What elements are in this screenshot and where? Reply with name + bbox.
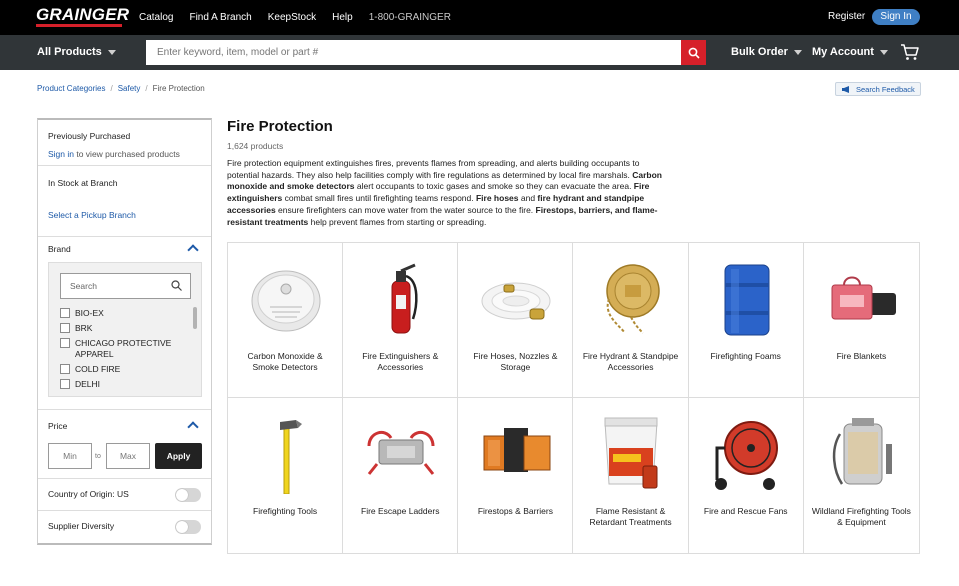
escape-ladder-icon bbox=[367, 430, 435, 475]
checkbox[interactable] bbox=[60, 308, 70, 318]
price-max-input[interactable]: Max bbox=[106, 443, 150, 469]
category-tile[interactable]: Wildland Firefighting Tools & Equipment bbox=[804, 398, 919, 553]
megaphone-icon bbox=[842, 85, 849, 93]
page-title: Fire Protection bbox=[227, 118, 333, 135]
fire-blanket-icon bbox=[831, 276, 896, 320]
brand-filter-section: Brand Search BIO-EX BRK CHICAGO PROTECTI… bbox=[38, 237, 211, 410]
chevron-down-icon bbox=[793, 49, 802, 55]
category-tile[interactable]: Firefighting Foams bbox=[688, 243, 804, 398]
category-tile[interactable]: Firestops & Barriers bbox=[458, 398, 574, 553]
supplier-diversity-toggle[interactable] bbox=[175, 520, 201, 534]
chevron-down-icon bbox=[107, 49, 116, 55]
sign-in-button[interactable]: Sign In bbox=[872, 9, 920, 25]
category-tile[interactable]: Flame Resistant & Retardant Treatments bbox=[573, 398, 689, 553]
smoke-detector-icon bbox=[251, 270, 321, 332]
breadcrumb-safety[interactable]: Safety bbox=[118, 84, 141, 93]
category-tile[interactable]: Fire Extinguishers & Accessories bbox=[343, 243, 459, 398]
search-feedback-button[interactable]: Search Feedback bbox=[835, 82, 921, 96]
brand-list-scrollbar[interactable] bbox=[193, 305, 197, 395]
category-tile[interactable]: Fire and Rescue Fans bbox=[689, 398, 804, 553]
fire-hose-icon bbox=[481, 282, 551, 320]
apply-price-button[interactable]: Apply bbox=[155, 443, 202, 469]
brand-option[interactable]: CHICAGO PROTECTIVE APPAREL bbox=[60, 338, 190, 360]
breadcrumb: Product Categories / Safety / Fire Protectio… bbox=[37, 84, 205, 93]
category-tile[interactable]: Carbon Monoxide & Smoke Detectors bbox=[228, 243, 344, 398]
foam-drum-icon bbox=[724, 264, 770, 336]
filter-sidebar: Previously Purchased Sign in to view pur… bbox=[37, 118, 212, 545]
axe-icon bbox=[280, 420, 302, 494]
in-stock-section: In Stock at Branch bbox=[38, 166, 211, 202]
phone-number[interactable]: 1-800-GRAINGER bbox=[369, 12, 451, 23]
breadcrumb-product-categories[interactable]: Product Categories bbox=[37, 84, 105, 93]
brand-search-input[interactable]: Search bbox=[60, 273, 191, 299]
category-tile[interactable]: Firefighting Tools bbox=[228, 398, 344, 553]
category-description: Fire protection equipment extinguishes f… bbox=[227, 158, 662, 227]
search-icon bbox=[688, 47, 700, 59]
product-count: 1,624 products bbox=[227, 141, 284, 151]
all-products-menu[interactable]: All Products bbox=[37, 46, 116, 58]
category-tile[interactable]: Fire Hydrant & Standpipe Accessories bbox=[573, 243, 689, 398]
brand-list: BIO-EX BRK CHICAGO PROTECTIVE APPAREL CO… bbox=[60, 308, 190, 394]
price-min-input[interactable]: Min bbox=[48, 443, 92, 469]
category-grid: Carbon Monoxide & Smoke Detectors Fire E… bbox=[227, 242, 920, 554]
breadcrumb-current: Fire Protection bbox=[152, 84, 205, 93]
top-nav: Catalog Find A Branch KeepStock Help 1-8… bbox=[139, 0, 467, 35]
pickup-branch-section: Select a Pickup Branch bbox=[38, 202, 211, 237]
nav-keepstock[interactable]: KeepStock bbox=[268, 12, 316, 23]
fire-extinguisher-icon bbox=[391, 263, 418, 334]
brand-option[interactable]: DELHI bbox=[60, 379, 190, 390]
firestop-icon bbox=[483, 428, 551, 472]
bulk-order-menu[interactable]: Bulk Order bbox=[731, 46, 802, 58]
nav-find-a-branch[interactable]: Find A Branch bbox=[189, 12, 251, 23]
top-bar: GRAINGER Catalog Find A Branch KeepStock… bbox=[0, 0, 959, 35]
chevron-down-icon bbox=[879, 49, 888, 55]
supplier-diversity-section: Supplier Diversity bbox=[38, 511, 211, 543]
country-of-origin-toggle[interactable] bbox=[175, 488, 201, 502]
fireguard-bucket-icon bbox=[604, 417, 659, 489]
checkbox[interactable] bbox=[60, 323, 70, 333]
previously-purchased-title: Previously Purchased bbox=[48, 131, 131, 141]
sidebar-sign-in-link[interactable]: Sign in bbox=[48, 149, 74, 159]
category-tile[interactable]: Fire Hoses, Nozzles & Storage bbox=[458, 243, 574, 398]
brand-list-box: Search BIO-EX BRK CHICAGO PROTECTIVE APP… bbox=[48, 262, 202, 397]
previously-purchased-section: Previously Purchased Sign in to view pur… bbox=[38, 120, 211, 166]
brand-option[interactable]: BIO-EX bbox=[60, 308, 190, 319]
nav-catalog[interactable]: Catalog bbox=[139, 12, 173, 23]
brand-option[interactable]: BRK bbox=[60, 323, 190, 334]
hydrant-cap-icon bbox=[606, 264, 661, 334]
country-of-origin-section: Country of Origin: US bbox=[38, 479, 211, 511]
category-tile[interactable]: Fire Escape Ladders bbox=[343, 398, 459, 553]
checkbox[interactable] bbox=[60, 379, 70, 389]
checkbox[interactable] bbox=[60, 364, 70, 374]
search-bar: All Products Bulk Order My Account bbox=[0, 35, 959, 70]
cart-icon[interactable] bbox=[900, 43, 920, 61]
search-button[interactable] bbox=[681, 40, 706, 65]
register-link[interactable]: Register bbox=[828, 11, 865, 22]
price-filter-section: Price Min to Max Apply bbox=[38, 410, 211, 479]
nav-help[interactable]: Help bbox=[332, 12, 353, 23]
rescue-fan-icon bbox=[714, 421, 778, 490]
search-icon bbox=[171, 280, 182, 291]
brand-option[interactable]: COLD FIRE bbox=[60, 364, 190, 375]
select-pickup-branch-link[interactable]: Select a Pickup Branch bbox=[48, 210, 211, 220]
search-input[interactable] bbox=[146, 40, 681, 65]
in-stock-title: In Stock at Branch bbox=[48, 178, 118, 188]
backpack-pump-icon bbox=[832, 418, 892, 485]
category-tile[interactable]: Fire Blankets bbox=[803, 243, 919, 398]
my-account-menu[interactable]: My Account bbox=[812, 46, 888, 58]
checkbox[interactable] bbox=[60, 338, 70, 348]
grainger-logo[interactable]: GRAINGER bbox=[36, 6, 129, 27]
